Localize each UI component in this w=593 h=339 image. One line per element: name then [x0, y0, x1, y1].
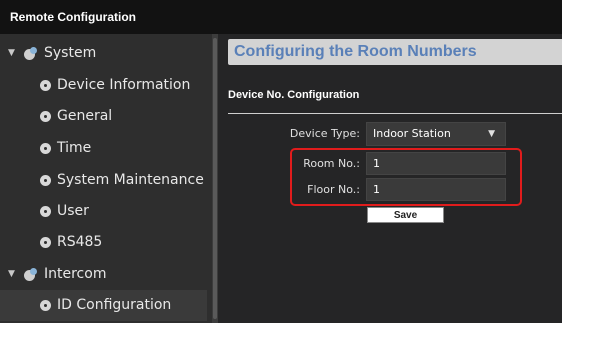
sidebar-item-label: General [57, 108, 113, 124]
sidebar-item-system[interactable]: ▼ System [0, 38, 207, 69]
device-type-label: Device Type: [289, 127, 360, 140]
room-no-label: Room No.: [303, 157, 360, 170]
gear-icon [40, 80, 51, 91]
sidebar-item-label: ID Configuration [57, 297, 172, 313]
sidebar-item-label: System Maintenance [57, 172, 204, 188]
group-gear-icon [24, 268, 38, 281]
device-type-value: Indoor Station [373, 127, 451, 140]
remote-configuration-window: Remote Configuration ▼ System Device Inf… [0, 0, 562, 323]
expand-arrow-icon[interactable]: ▼ [8, 38, 15, 69]
sidebar-item-rs485[interactable]: RS485 [0, 227, 207, 258]
room-no-value: 1 [373, 157, 380, 170]
device-type-select[interactable]: Indoor Station ▼ [366, 122, 506, 146]
window-title: Remote Configuration [0, 0, 562, 34]
sidebar-item-label: Device Information [57, 77, 191, 93]
sidebar-item-device-information[interactable]: Device Information [0, 70, 207, 101]
sidebar-item-label: User [57, 203, 89, 219]
sidebar-item-id-configuration[interactable]: ID Configuration [0, 290, 207, 321]
gear-icon [40, 300, 51, 311]
expand-arrow-icon[interactable]: ▼ [8, 259, 15, 290]
gear-icon [40, 206, 51, 217]
page-title: Configuring the Room Numbers [228, 39, 562, 65]
sidebar-item-time[interactable]: Time [0, 133, 207, 164]
sidebar-tree: ▼ System Device Information General Time… [0, 34, 212, 323]
gear-icon [40, 237, 51, 248]
chevron-down-icon[interactable]: ▼ [488, 123, 495, 145]
sidebar-item-label: Time [57, 140, 92, 156]
sidebar-item-label: System [44, 45, 97, 61]
floor-no-label: Floor No.: [307, 183, 360, 196]
sidebar-item-intercom[interactable]: ▼ Intercom [0, 259, 207, 290]
sidebar-item-label: Intercom [44, 266, 107, 282]
save-button[interactable]: Save [367, 207, 444, 223]
room-no-input[interactable]: 1 [366, 152, 506, 175]
sidebar-item-label: RS485 [57, 234, 103, 250]
sidebar-item-general[interactable]: General [0, 101, 207, 132]
sidebar-item-user[interactable]: User [0, 196, 207, 227]
group-gear-icon [24, 47, 38, 60]
floor-no-value: 1 [373, 183, 380, 196]
floor-no-input[interactable]: 1 [366, 178, 506, 201]
section-title: Device No. Configuration [228, 89, 360, 101]
gear-icon [40, 143, 51, 154]
gear-icon [40, 175, 51, 186]
section-divider [228, 113, 562, 114]
gear-icon [40, 111, 51, 122]
sidebar-item-system-maintenance[interactable]: System Maintenance [0, 165, 207, 196]
scrollbar-thumb[interactable] [213, 38, 217, 319]
